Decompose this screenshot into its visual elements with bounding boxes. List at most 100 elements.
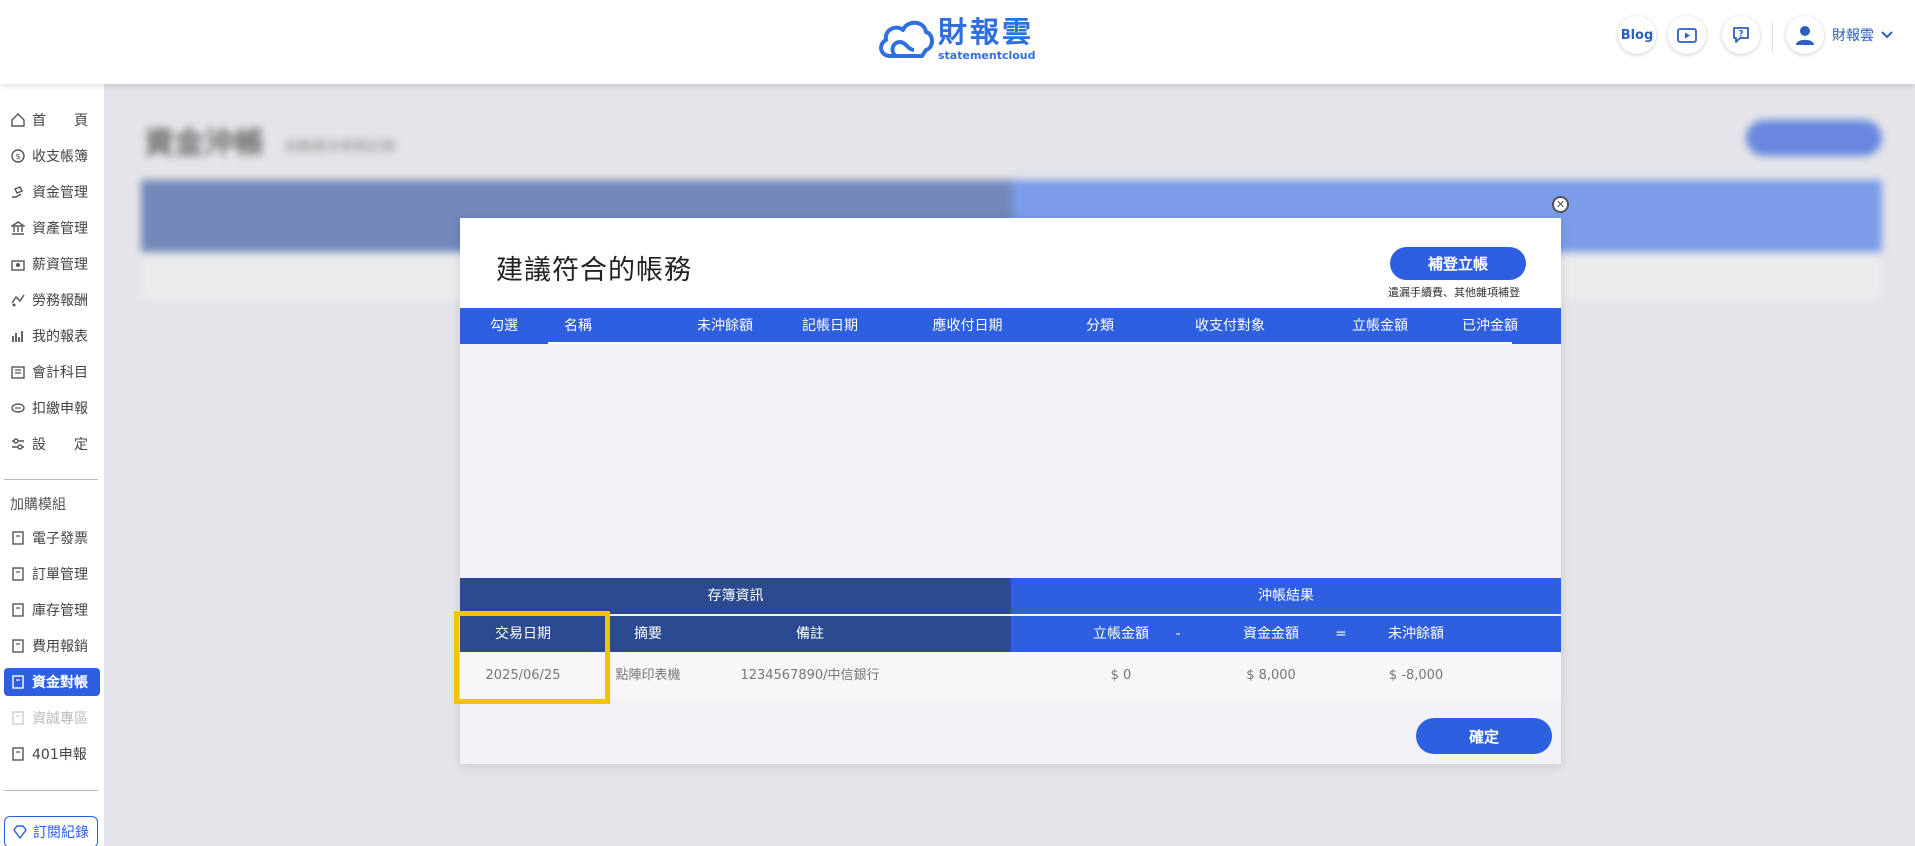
subheader-fund-amount: 資金金額 xyxy=(1243,626,1299,642)
user-avatar-icon xyxy=(1786,16,1824,54)
tax-icon xyxy=(10,400,26,416)
sidebar-item-ledger[interactable]: $ 收支帳簿 xyxy=(4,142,100,170)
module-icon xyxy=(10,674,26,690)
sidebar-item-label: 首 頁 xyxy=(32,113,88,129)
user-menu[interactable]: 財報雲 xyxy=(1786,16,1894,54)
sidebar-item-asset-management[interactable]: 資產管理 xyxy=(4,214,100,242)
column-header-due-date: 應收付日期 xyxy=(932,318,1003,334)
sidebar: 首 頁 $ 收支帳簿 資金管理 資產管理 薪資管理 勞務報酬 我的報表 會計科目… xyxy=(0,84,104,846)
diamond-icon xyxy=(13,825,27,839)
modal-header: 建議符合的帳務 補登立帳 遺漏手續費、其他雜項補登 xyxy=(460,218,1561,308)
sidebar-item-label: 收支帳簿 xyxy=(32,149,88,165)
home-icon xyxy=(10,112,26,128)
svg-text:?: ? xyxy=(1738,30,1743,40)
column-header-select: 勾選 xyxy=(490,318,518,334)
subheader-note: 備註 xyxy=(796,626,824,642)
confirm-button[interactable]: 確定 xyxy=(1416,718,1552,754)
header-underline xyxy=(548,342,1512,344)
sidebar-item-label: 資產管理 xyxy=(32,221,88,237)
bank-icon xyxy=(10,220,26,236)
sidebar-item-accounts[interactable]: 會計科目 xyxy=(4,358,100,386)
sidebar-item-inventory[interactable]: 庫存管理 xyxy=(4,596,100,624)
sidebar-item-label: 設 定 xyxy=(32,437,88,453)
blog-button[interactable]: Blog xyxy=(1618,16,1656,54)
sidebar-item-orders[interactable]: 訂單管理 xyxy=(4,560,100,588)
module-icon xyxy=(10,530,26,546)
cell-booked-amount: $ 0 xyxy=(1110,668,1132,683)
column-header-booking-date: 記帳日期 xyxy=(802,318,858,334)
add-entry-note: 遺漏手續費、其他雜項補登 xyxy=(1388,286,1520,299)
ledger-icon xyxy=(10,364,26,380)
sidebar-item-401-filing[interactable]: 401申報 xyxy=(4,740,100,768)
top-header: 財報雲 statementcloud Blog ? 財報雲 xyxy=(0,0,1915,84)
sidebar-item-label: 資金對帳 xyxy=(32,675,88,691)
sidebar-item-label: 薪資管理 xyxy=(32,257,88,273)
tutorial-button[interactable] xyxy=(1668,16,1706,54)
cloud-logo-icon xyxy=(879,20,934,58)
subscription-record-button[interactable]: 訂閱紀錄 xyxy=(4,816,98,846)
module-icon xyxy=(10,638,26,654)
sidebar-item-expenses[interactable]: 費用報銷 xyxy=(4,632,100,660)
column-header-outstanding: 未沖餘額 xyxy=(697,318,753,334)
module-icon xyxy=(10,602,26,618)
module-icon xyxy=(10,566,26,582)
cell-fund-amount: $ 8,000 xyxy=(1246,668,1296,683)
sidebar-divider xyxy=(4,790,98,791)
sidebar-section-addons: 加購模組 xyxy=(10,497,66,513)
blog-label: Blog xyxy=(1620,27,1654,43)
coin-icon: $ xyxy=(10,148,26,164)
help-button[interactable]: ? xyxy=(1722,16,1760,54)
highlight-box xyxy=(454,611,610,704)
logo-chinese-text: 財報雲 xyxy=(938,15,1035,49)
sidebar-item-label: 勞務報酬 xyxy=(32,293,88,309)
table-row: 2025/06/25 點陣印表機 1234567890/中信銀行 $ 0 $ 8… xyxy=(460,652,1561,700)
column-header-name: 名稱 xyxy=(564,318,592,334)
logo[interactable]: 財報雲 statementcloud xyxy=(876,14,1036,64)
sidebar-item-fund-reconciliation[interactable]: 資金對帳 xyxy=(4,668,100,696)
close-icon[interactable]: ✕ xyxy=(1552,196,1569,213)
sidebar-item-home[interactable]: 首 頁 xyxy=(4,106,100,134)
svg-text:$: $ xyxy=(15,152,20,161)
sidebar-divider xyxy=(4,479,98,480)
sidebar-item-label: 資金管理 xyxy=(32,185,88,201)
result-subheader: 立帳金額 - 資金金額 = 未沖餘額 xyxy=(1011,616,1561,652)
cell-note: 1234567890/中信銀行 xyxy=(740,668,880,683)
add-entry-button[interactable]: 補登立帳 xyxy=(1390,247,1526,280)
settings-icon xyxy=(10,436,26,452)
money-hand-icon xyxy=(10,184,26,200)
modal-title: 建議符合的帳務 xyxy=(496,255,692,286)
subscription-record-label: 訂閱紀錄 xyxy=(33,825,89,841)
sidebar-item-pwc-zone[interactable]: 資誠專區 xyxy=(4,704,100,732)
subheader-outstanding: 未沖餘額 xyxy=(1388,626,1444,642)
header-divider xyxy=(1772,22,1773,52)
column-header-counterparty: 收支付對象 xyxy=(1195,318,1265,334)
sidebar-item-e-invoice[interactable]: 電子發票 xyxy=(4,524,100,552)
entries-table-header: 勾選 名稱 未沖餘額 記帳日期 應收付日期 分類 收支付對象 立帳金額 已沖金額 xyxy=(460,308,1561,344)
module-icon xyxy=(10,710,26,726)
group-header-result: 沖帳結果 xyxy=(1011,578,1561,614)
logo-english-text: statementcloud xyxy=(938,49,1036,62)
column-header-category: 分類 xyxy=(1086,318,1114,334)
sidebar-item-service-fee[interactable]: 勞務報酬 xyxy=(4,286,100,314)
sidebar-item-label: 訂單管理 xyxy=(32,567,88,583)
chevron-down-icon xyxy=(1881,31,1893,39)
sidebar-item-label: 會計科目 xyxy=(32,365,88,381)
sidebar-item-reports[interactable]: 我的報表 xyxy=(4,322,100,350)
cell-outstanding: $ -8,000 xyxy=(1388,668,1444,683)
group-header-passbook: 存簿資訊 xyxy=(460,578,1011,614)
handshake-icon xyxy=(10,292,26,308)
user-name: 財報雲 xyxy=(1832,28,1874,44)
sidebar-item-fund-management[interactable]: 資金管理 xyxy=(4,178,100,206)
suggested-entries-modal: 建議符合的帳務 補登立帳 遺漏手續費、其他雜項補登 勾選 名稱 未沖餘額 記帳日… xyxy=(460,218,1561,764)
sidebar-item-label: 扣繳申報 xyxy=(32,401,88,417)
sidebar-item-withholding[interactable]: 扣繳申報 xyxy=(4,394,100,422)
bar-chart-icon xyxy=(10,328,26,344)
subheader-minus: - xyxy=(1175,626,1181,642)
column-header-cleared-amount: 已沖金額 xyxy=(1462,318,1518,334)
sidebar-item-label: 資誠專區 xyxy=(32,711,88,727)
question-chat-icon: ? xyxy=(1733,27,1749,43)
sidebar-item-settings[interactable]: 設 定 xyxy=(4,430,100,458)
sidebar-item-label: 費用報銷 xyxy=(32,639,88,655)
sidebar-item-label: 電子發票 xyxy=(32,531,88,547)
sidebar-item-payroll[interactable]: 薪資管理 xyxy=(4,250,100,278)
